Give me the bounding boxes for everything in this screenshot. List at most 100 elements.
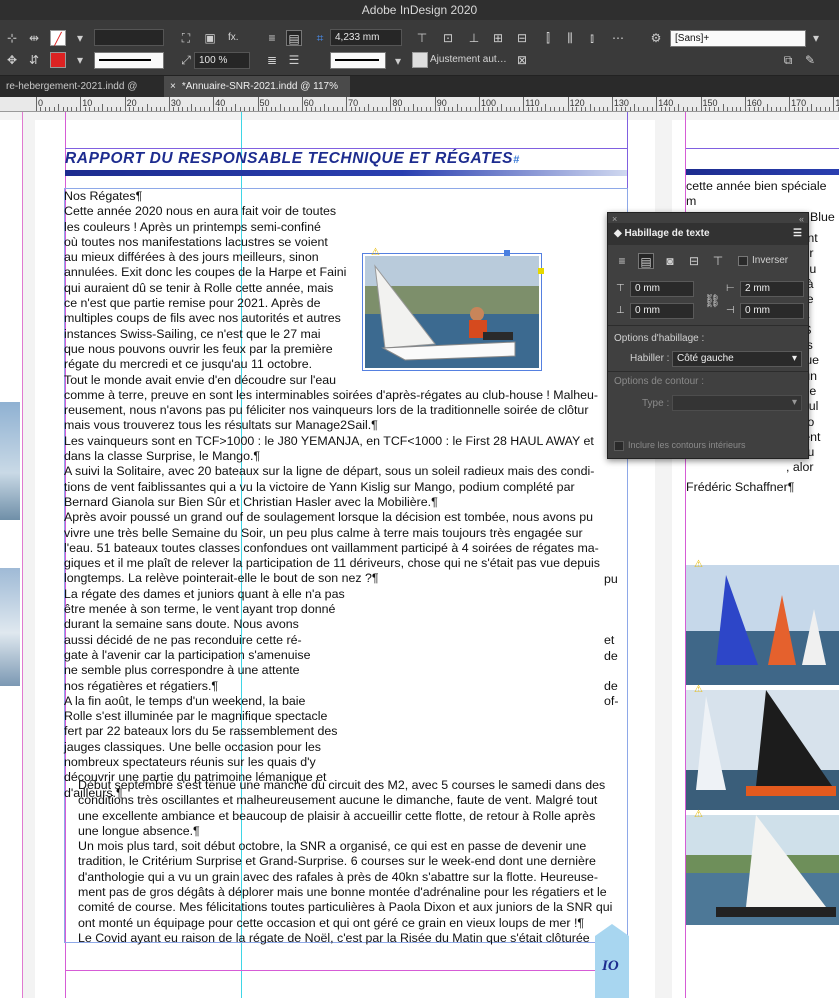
panel-menu-icon[interactable]: ☰ [793, 223, 802, 245]
align-right-icon[interactable]: ☰ [286, 52, 302, 68]
image-frame[interactable] [362, 253, 542, 371]
wrap-toggle-icon[interactable]: ▤ [286, 30, 302, 46]
next-page-photo[interactable] [686, 815, 839, 925]
tab-hebergement[interactable]: re-hebergement-2021.indd @ 83% [0, 76, 160, 113]
frame-handle[interactable] [538, 268, 544, 274]
distribute-right-icon[interactable]: ⫾ [584, 30, 600, 46]
link-offsets-icon[interactable]: ⛓ [704, 293, 721, 309]
stroke-weight-field[interactable] [94, 29, 164, 46]
ruler-minor-tick [474, 107, 476, 111]
jump-object-icon[interactable]: ⊟ [686, 253, 702, 269]
panel-close-icon[interactable]: × [612, 214, 617, 224]
indented-paragraphs[interactable]: Début septembre s'est tenue une manche d… [78, 778, 626, 946]
ruler-major-tick [479, 97, 480, 111]
tab-annuaire[interactable]: × *Annuaire-SNR-2021.indd @ 117% [164, 76, 350, 97]
wrap-object-shape-icon[interactable]: ◙ [662, 253, 678, 269]
ruler-minor-tick [820, 107, 822, 111]
fill-none-icon[interactable]: ╱ [50, 30, 66, 46]
autofit-checkbox[interactable] [412, 52, 428, 68]
ruler-minor-tick [377, 107, 379, 111]
fx-button[interactable]: fx. [228, 31, 239, 45]
horizontal-ruler[interactable]: 0 10 20 30 40 50 60 70 80 90 100 110 120 130 140 150 160… [0, 97, 839, 112]
wrap-side-select[interactable]: Côté gauche ▾ [672, 351, 802, 367]
include-inner-label: Inclure les contours intérieurs [628, 440, 746, 450]
align-top-icon[interactable]: ⊤ [414, 30, 430, 46]
distribute-left-icon[interactable]: ⫿ [540, 30, 556, 46]
include-inner-checkbox[interactable] [614, 441, 624, 451]
body-text-frame[interactable]: Nos Régates¶ Cette année 2020 nous en aur… [64, 189, 630, 801]
distribute-center-icon[interactable]: ⫼ [562, 30, 578, 46]
flip-vertical-icon[interactable]: ⇵ [26, 52, 42, 68]
next-page-photo[interactable] [686, 565, 839, 685]
align-text-icon[interactable]: ≡ [264, 30, 280, 46]
ruler-minor-tick [518, 107, 520, 111]
frame-fitting-icon[interactable]: ⛶ [178, 30, 194, 46]
next-page-photo[interactable] [686, 690, 839, 810]
dropdown-arrow-icon[interactable]: ▾ [72, 30, 88, 46]
stroke-color-select[interactable] [330, 52, 386, 69]
stroke-type-select[interactable] [94, 52, 164, 69]
ruler-minor-tick [607, 107, 609, 111]
align-bottom-icon[interactable]: ⊥ [466, 30, 482, 46]
no-wrap-icon[interactable]: ≡ [614, 253, 630, 269]
regatta-photo-graphic [686, 690, 839, 810]
ruler-minor-tick [239, 107, 241, 111]
rotate-icon[interactable]: ✥ [4, 52, 20, 68]
warning-icon: ⚠ [694, 809, 703, 820]
invert-checkbox[interactable] [738, 256, 748, 266]
bottom-offset-field[interactable]: 0 mm [630, 303, 694, 319]
contour-type-select[interactable]: ▾ [672, 395, 802, 411]
fit-frame-icon[interactable]: ⊟ [514, 30, 530, 46]
text-wrap-panel: × « ◆ Habillage de texte ☰ ≡ ▤ ◙ ⊟ ⊤ Inv… [607, 212, 809, 459]
ruler-minor-tick [580, 107, 582, 111]
ruler-minor-tick [58, 104, 60, 111]
ruler-minor-tick [824, 107, 826, 111]
left-offset-field[interactable]: 2 mm [740, 281, 804, 297]
frame-handle[interactable] [504, 250, 510, 256]
shadow-icon[interactable]: ▣ [202, 30, 218, 46]
text-line: multiples coups de fils avec nos autorit… [64, 311, 341, 326]
dimension-field[interactable]: 4,233 mm [330, 29, 402, 46]
flip-horizontal-icon[interactable]: ⇹ [26, 30, 42, 46]
ruler-minor-tick [284, 107, 286, 111]
warning-icon: ⚠ [694, 559, 703, 570]
right-offset-field[interactable]: 0 mm [740, 303, 804, 319]
ruler-minor-tick [416, 107, 418, 111]
reference-point-icon[interactable]: ⊹ [4, 30, 20, 46]
fill-proportion-icon[interactable]: ⊠ [514, 52, 530, 68]
align-left-icon[interactable]: ≣ [264, 52, 280, 68]
dropdown-arrow-icon[interactable]: ▾ [390, 53, 406, 69]
scale-icon[interactable]: ⤢ [178, 52, 194, 68]
dropdown-arrow-icon[interactable]: ▾ [808, 30, 824, 46]
top-offset-field[interactable]: 0 mm [630, 281, 694, 297]
quick-apply-icon[interactable]: ⧉ [780, 52, 796, 68]
ruler-minor-tick [465, 107, 467, 111]
ruler-minor-tick [536, 107, 538, 111]
align-vcenter-icon[interactable]: ⊡ [440, 30, 456, 46]
text-line: ne semble plus correspondre à une attent… [64, 663, 300, 678]
ruler-minor-tick [638, 107, 640, 111]
object-style-select[interactable]: [Sans]+ [670, 30, 806, 47]
ruler-minor-tick [603, 107, 605, 111]
ruler-minor-tick [572, 107, 574, 111]
panel-header[interactable]: ◆ Habillage de texte ☰ [608, 223, 808, 245]
dropdown-arrow-icon[interactable]: ▾ [72, 52, 88, 68]
fit-content-icon[interactable]: ⊞ [490, 30, 506, 46]
stroke-color-icon[interactable] [50, 52, 66, 68]
ruler-minor-tick [642, 107, 644, 111]
page-heading: RAPPORT DU RESPONSABLE TECHNIQUE ET RÉGA… [65, 150, 627, 178]
tab-close-icon[interactable]: × [170, 81, 176, 92]
ruler-minor-tick [332, 107, 334, 111]
ruler-minor-tick [226, 107, 228, 111]
edit-style-icon[interactable]: ✎ [802, 52, 818, 68]
ruler-major-tick [301, 97, 303, 111]
heading-end-mark: # [513, 154, 520, 166]
wrap-bounding-box-icon[interactable]: ▤ [638, 253, 654, 269]
ruler-minor-tick [718, 107, 720, 111]
sailing-dinghy-photo[interactable] [365, 256, 539, 368]
scale-field[interactable]: 100 % [194, 52, 250, 69]
more-options-icon[interactable]: ⋯ [610, 30, 626, 46]
heading-underline [65, 170, 627, 176]
jump-to-next-column-icon[interactable]: ⊤ [710, 253, 726, 269]
panel-divider [608, 371, 808, 372]
